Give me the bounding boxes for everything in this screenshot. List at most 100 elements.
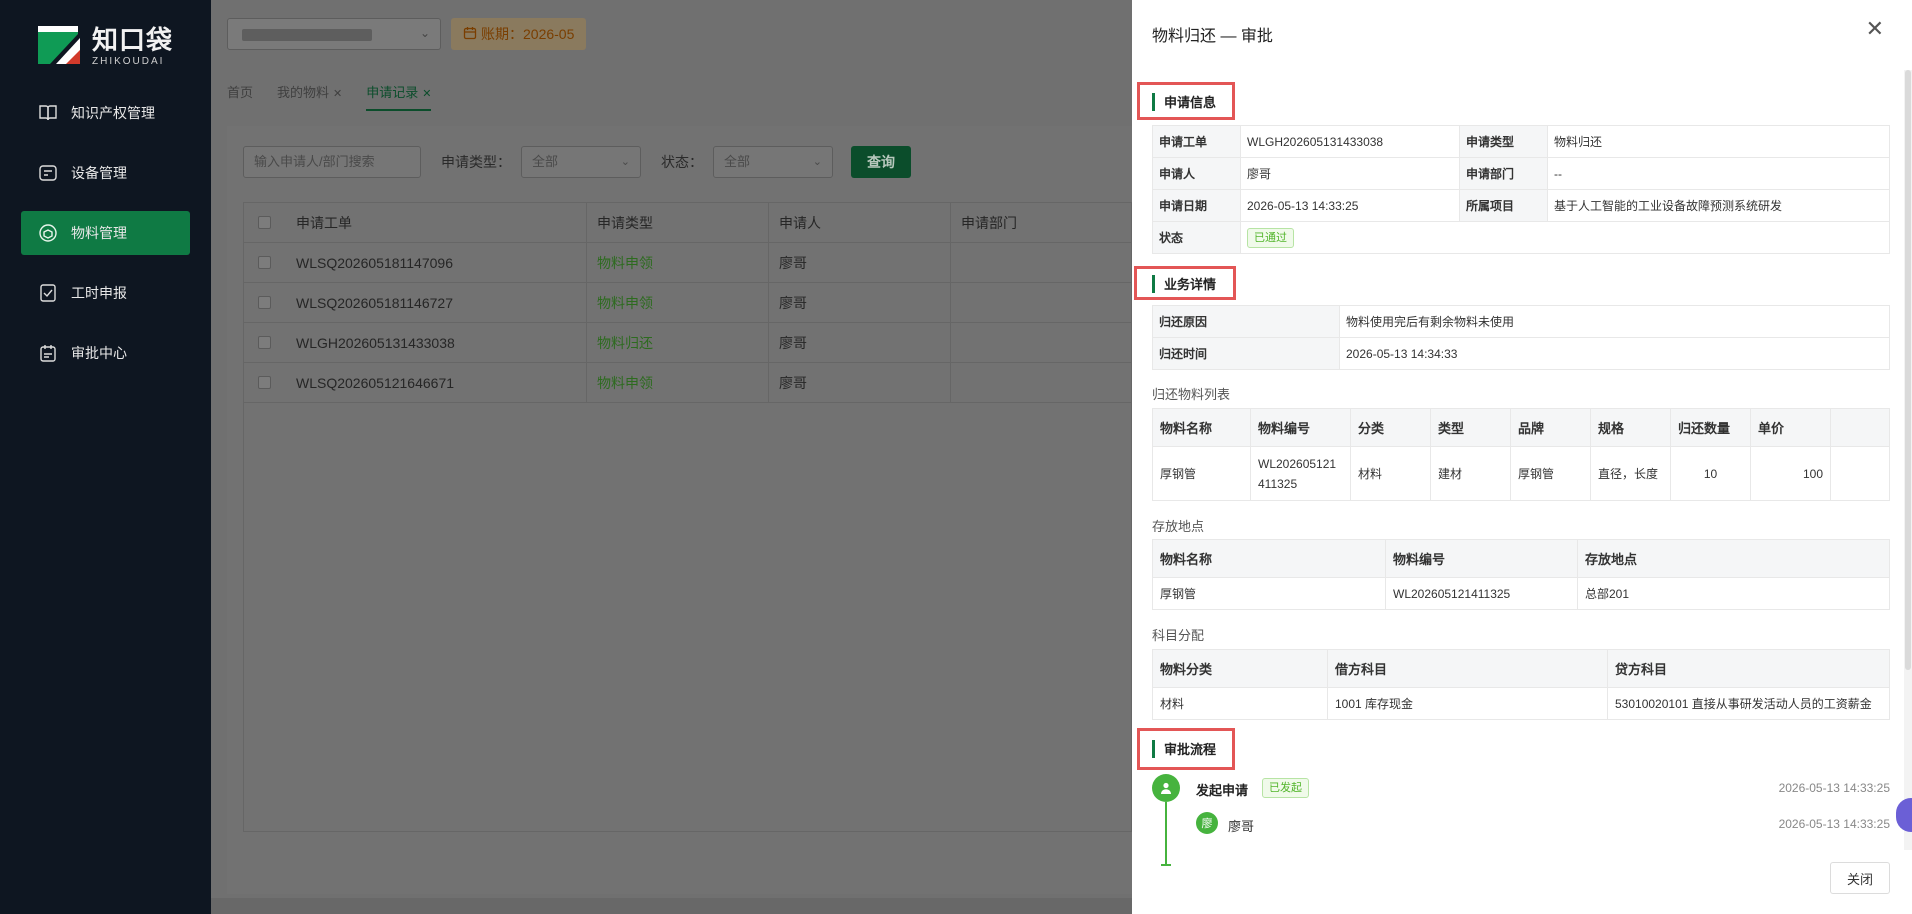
debit-account: 1001 库存现金	[1327, 687, 1608, 720]
row-checkbox[interactable]	[258, 336, 271, 349]
avatar: 廖	[1196, 812, 1218, 834]
section-bar	[1152, 92, 1155, 111]
apply-info-table: 申请工单 WLGH202605131433038 申请类型 物料归还 申请人 廖…	[1152, 125, 1890, 254]
close-icon[interactable]: ✕	[333, 88, 342, 100]
box-icon	[37, 222, 59, 244]
section-bar	[1152, 739, 1155, 758]
sidebar-item-approval[interactable]: 审批中心	[21, 331, 190, 375]
company-select[interactable]: ⌄	[227, 18, 441, 50]
dept-cell	[950, 283, 1130, 322]
type-filter-label: 申请类型：	[441, 154, 511, 170]
storage-table: 物料名称 物料编号 存放地点 厚钢管 WL202605121411325 总部2…	[1152, 539, 1890, 610]
search-input[interactable]: 输入申请人/部门搜索	[243, 146, 421, 178]
close-icon[interactable]: ✕	[1866, 18, 1884, 40]
device-icon	[37, 162, 59, 184]
select-all-checkbox[interactable]	[258, 216, 271, 229]
storage-location: 总部201	[1577, 577, 1890, 610]
label: 申请工单	[1152, 125, 1241, 158]
user-icon	[1152, 774, 1180, 802]
dept-cell	[950, 323, 1130, 362]
value: 2026-05-13 14:33:25	[1240, 189, 1460, 222]
material-code: WL202605121411325	[1250, 446, 1351, 501]
material-name: 厚钢管	[1152, 577, 1386, 610]
material-name: 厚钢管	[1152, 446, 1251, 501]
main-content: ⌄ 账期：2026-05 首页 我的物料 ✕ 申请记录 ✕ 输入申请人/部门搜索 申…	[211, 0, 1132, 914]
scrollbar-thumb[interactable]	[1905, 70, 1911, 670]
status-filter-select[interactable]: 全部 ⌄	[713, 146, 833, 178]
sidebar-item-label: 审批中心	[71, 345, 127, 361]
bottom-strip	[211, 898, 1132, 914]
sidebar-item-label: 设备管理	[71, 165, 127, 181]
filter-bar: 输入申请人/部门搜索 申请类型： 全部 ⌄ 状态： 全部 ⌄ 查询	[243, 146, 911, 178]
chevron-down-icon: ⌄	[419, 26, 430, 40]
table-row[interactable]: WLSQ202605121646671 物料申领 廖哥	[244, 363, 1131, 403]
value: 物料归还	[1547, 125, 1890, 158]
credit-account: 53010020101 直接从事研发活动人员的工资薪金	[1607, 687, 1890, 720]
timesheet-icon	[37, 282, 59, 304]
storage-label: 存放地点	[1152, 519, 1205, 534]
table-row[interactable]: WLGH202605131433038 物料归还 廖哥	[244, 323, 1131, 363]
close-button[interactable]: 关闭	[1830, 862, 1890, 894]
label: 所属项目	[1459, 189, 1548, 222]
column-header: 存放地点	[1577, 539, 1890, 578]
brand-name-en: ZHIKOUDAI	[92, 55, 165, 67]
sidebar-item-timesheet[interactable]: 工时申报	[21, 271, 190, 315]
row-checkbox[interactable]	[258, 296, 271, 309]
step-title: 发起申请	[1196, 783, 1249, 798]
company-name-redacted	[242, 29, 372, 41]
book-icon	[37, 102, 59, 124]
period-label: 账期：2026-05	[481, 26, 575, 42]
value: 廖哥	[1240, 157, 1460, 190]
query-button[interactable]: 查询	[851, 146, 911, 178]
value: 已通过	[1240, 221, 1890, 254]
column-header-empty	[1830, 408, 1890, 447]
timeline-cap	[1161, 864, 1171, 866]
return-list-table: 物料名称 物料编号 分类 类型 品牌 规格 归还数量 单价 厚钢管 WL2026…	[1152, 408, 1890, 501]
calendar-icon	[463, 26, 477, 43]
order-cell: WLSQ202605181147096	[296, 254, 453, 271]
drawer-title: 物料归还 — 审批	[1152, 28, 1273, 45]
applicant-cell: 廖哥	[768, 323, 950, 362]
period-badge[interactable]: 账期：2026-05	[451, 18, 587, 50]
sidebar-item-label: 工时申报	[71, 285, 127, 301]
tab-home[interactable]: 首页	[227, 82, 253, 101]
chat-float-button[interactable]	[1896, 798, 1912, 832]
label: 归还时间	[1152, 337, 1340, 370]
column-header: 申请部门	[950, 203, 1130, 242]
row-checkbox[interactable]	[258, 256, 271, 269]
accounts-table: 物料分类 借方科目 贷方科目 材料 1001 库存现金 53010020101 …	[1152, 649, 1890, 720]
value: 物料使用完后有剩余物料未使用	[1339, 305, 1890, 338]
material-code: WL202605121411325	[1385, 577, 1578, 610]
type-filter-select[interactable]: 全部 ⌄	[521, 146, 641, 178]
section-heading-business: 业务详情	[1152, 274, 1216, 293]
sidebar-item-materials[interactable]: 物料管理	[21, 211, 190, 255]
chevron-down-icon: ⌄	[620, 156, 630, 168]
return-qty: 10	[1670, 446, 1751, 501]
spec: 直径，长度	[1590, 446, 1671, 501]
column-header: 借方科目	[1327, 649, 1608, 688]
column-header: 归还数量	[1670, 408, 1751, 447]
applicant-cell: 廖哥	[768, 363, 950, 402]
order-cell: WLSQ202605181146727	[296, 294, 453, 311]
approval-drawer: 物料归还 — 审批 ✕ 申请信息 申请工单 WLGH20260513143303…	[1132, 0, 1912, 914]
table-row[interactable]: WLSQ202605181146727 物料申领 廖哥	[244, 283, 1131, 323]
row-checkbox[interactable]	[258, 376, 271, 389]
section-heading-flow: 审批流程	[1152, 739, 1216, 758]
tab-requests[interactable]: 申请记录 ✕	[366, 82, 432, 111]
column-header: 分类	[1350, 408, 1431, 447]
material-category: 材料	[1152, 687, 1328, 720]
dept-cell	[950, 363, 1130, 402]
table-row[interactable]: WLSQ202605181147096 物料申领 廖哥	[244, 243, 1131, 283]
sidebar-item-devices[interactable]: 设备管理	[21, 151, 190, 195]
brand: 厚钢管	[1510, 446, 1591, 501]
column-header: 物料名称	[1152, 539, 1386, 578]
value: WLGH202605131433038	[1240, 125, 1460, 158]
column-header: 规格	[1590, 408, 1671, 447]
sidebar-item-ip[interactable]: 知识产权管理	[21, 91, 190, 135]
column-header: 物料名称	[1152, 408, 1251, 447]
tab-my-materials[interactable]: 我的物料 ✕	[277, 82, 342, 101]
section-title: 申请信息	[1164, 95, 1217, 110]
close-icon[interactable]: ✕	[422, 88, 431, 100]
column-header: 申请人	[768, 203, 950, 242]
brand-name: 知口袋	[92, 24, 174, 55]
